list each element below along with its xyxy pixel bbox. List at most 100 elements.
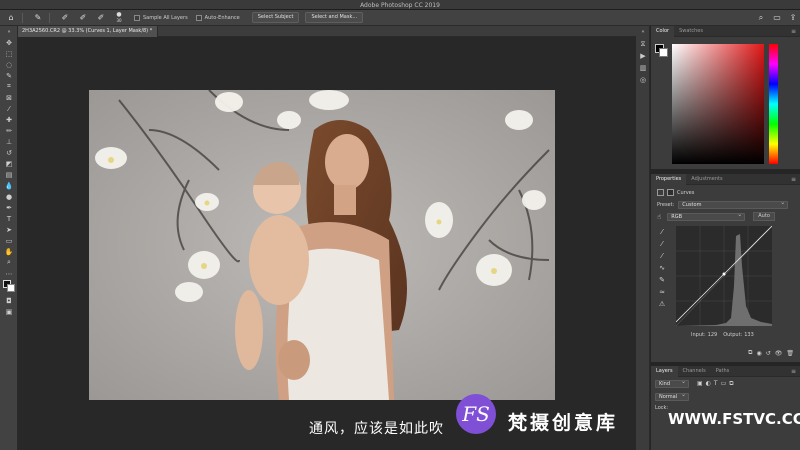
brush-size-picker[interactable]: ● 30 bbox=[112, 12, 126, 24]
target-adjustment-icon[interactable]: ☝ bbox=[657, 213, 661, 221]
tab-color[interactable]: Color bbox=[651, 25, 675, 37]
new-selection-icon[interactable]: ✐ bbox=[58, 12, 72, 24]
document-tab[interactable]: 2H3A2560.CR2 @ 33.3% (Curves 1, Layer Ma… bbox=[18, 26, 158, 37]
tab-adjustments[interactable]: Adjustments bbox=[686, 174, 727, 185]
pen-tool-icon[interactable]: ✒ bbox=[0, 202, 18, 213]
add-selection-icon[interactable]: ✐ bbox=[76, 12, 90, 24]
eyedropper-tool-icon[interactable]: ⁄ bbox=[0, 103, 18, 114]
libraries-icon[interactable]: ▥ bbox=[636, 62, 650, 74]
checkbox-box bbox=[195, 14, 202, 21]
quick-selection-tool-icon[interactable]: ✎ bbox=[0, 70, 18, 81]
dodge-tool-icon[interactable]: ● bbox=[0, 191, 18, 202]
input-value[interactable]: 129 bbox=[708, 332, 718, 338]
properties-panel: Properties Adjustments ≡ Curves Preset: … bbox=[651, 173, 800, 362]
marquee-tool-icon[interactable]: ⬚ bbox=[0, 48, 18, 59]
sample-all-layers-checkbox[interactable]: Sample All Layers bbox=[134, 14, 188, 21]
quick-mask-icon[interactable]: ◘ bbox=[0, 295, 18, 306]
curve-edit-icon[interactable]: ∿ bbox=[655, 262, 669, 274]
healing-brush-icon[interactable]: ✚ bbox=[0, 114, 18, 125]
gradient-tool-icon[interactable]: ▤ bbox=[0, 169, 18, 180]
filter-icons: ▣◐T▭⧉ bbox=[697, 380, 737, 387]
panel-menu-icon[interactable]: ≡ bbox=[791, 28, 796, 35]
delete-icon[interactable]: 🗑 bbox=[786, 350, 794, 357]
curves-adjustment-icon bbox=[657, 189, 664, 196]
fg-bg-swatches[interactable] bbox=[655, 44, 669, 58]
more-tools-icon[interactable]: ⋯ bbox=[0, 268, 18, 279]
clone-stamp-icon[interactable]: ⊥ bbox=[0, 136, 18, 147]
share-icon[interactable]: ⇪ bbox=[786, 12, 800, 24]
app-title: Adobe Photoshop CC 2019 bbox=[360, 2, 440, 9]
tab-layers[interactable]: Layers bbox=[651, 365, 678, 377]
eraser-tool-icon[interactable]: ◩ bbox=[0, 158, 18, 169]
smooth-curve-icon[interactable]: ≈ bbox=[655, 286, 669, 298]
layer-filter-dropdown[interactable]: Kind bbox=[655, 379, 689, 388]
panel-menu-icon[interactable]: ≡ bbox=[791, 368, 796, 375]
zoom-tool-icon[interactable]: ⌕ bbox=[0, 257, 18, 268]
input-label: Input: bbox=[691, 332, 706, 338]
select-subject-button[interactable]: Select Subject bbox=[251, 12, 300, 23]
workspace-icon[interactable]: ▭ bbox=[770, 12, 784, 24]
auto-enhance-checkbox[interactable]: Auto-Enhance bbox=[195, 14, 240, 21]
layer-filter-row: Kind ▣◐T▭⧉ bbox=[651, 377, 800, 391]
panel-dock: « ⧖ ▶ ▥ ◎ bbox=[636, 26, 650, 450]
preset-dropdown[interactable]: Custom bbox=[678, 200, 789, 209]
select-and-mask-button[interactable]: Select and Mask... bbox=[305, 12, 364, 23]
actions-icon[interactable]: ▶ bbox=[636, 50, 650, 62]
tab-channels[interactable]: Channels bbox=[678, 366, 711, 377]
black-point-eyedropper-icon[interactable]: ⁄ bbox=[655, 226, 669, 238]
mask-icon[interactable] bbox=[667, 189, 674, 196]
history-icon[interactable]: ⧖ bbox=[636, 38, 650, 50]
auto-button[interactable]: Auto bbox=[753, 212, 775, 221]
tab-paths[interactable]: Paths bbox=[711, 366, 735, 377]
visibility-icon[interactable]: 👁 bbox=[775, 350, 783, 357]
view-previous-icon[interactable]: ◉ bbox=[756, 350, 761, 357]
adjustments-icon[interactable]: ◎ bbox=[636, 74, 650, 86]
shape-tool-icon[interactable]: ▭ bbox=[0, 235, 18, 246]
search-icon[interactable]: ⌕ bbox=[754, 12, 768, 24]
pencil-curve-icon[interactable]: ✎ bbox=[655, 274, 669, 286]
layers-panel-tabs: Layers Channels Paths ≡ bbox=[651, 365, 800, 377]
color-panel: Color Swatches ≡ bbox=[651, 25, 800, 169]
preset-row: Preset: Custom bbox=[651, 200, 800, 210]
white-point-eyedropper-icon[interactable]: ⁄ bbox=[655, 250, 669, 262]
auto-enhance-label: Auto-Enhance bbox=[204, 14, 240, 21]
color-picker-field[interactable] bbox=[672, 44, 764, 164]
channel-dropdown[interactable]: RGB bbox=[667, 212, 746, 221]
blur-tool-icon[interactable]: 💧 bbox=[0, 180, 18, 191]
output-label: Output: bbox=[723, 332, 743, 338]
curves-tools: ⁄ ⁄ ⁄ ∿ ✎ ≈ ⚠ bbox=[655, 226, 669, 310]
home-icon[interactable]: ⌂ bbox=[4, 12, 18, 24]
panel-menu-icon[interactable]: ≡ bbox=[791, 176, 796, 183]
curve-point[interactable] bbox=[722, 272, 726, 276]
color-swatches-icon[interactable] bbox=[0, 279, 18, 295]
move-tool-icon[interactable]: ✥ bbox=[0, 37, 18, 48]
history-brush-icon[interactable]: ↺ bbox=[0, 147, 18, 158]
screen-mode-icon[interactable]: ▣ bbox=[0, 306, 18, 317]
path-selection-icon[interactable]: ➤ bbox=[0, 224, 18, 235]
preset-label: Preset: bbox=[657, 202, 675, 208]
type-tool-icon[interactable]: T bbox=[0, 213, 18, 224]
adjustment-name: Curves bbox=[677, 189, 695, 196]
tab-properties[interactable]: Properties bbox=[651, 173, 687, 185]
tab-swatches[interactable]: Swatches bbox=[674, 26, 708, 37]
hue-slider[interactable] bbox=[769, 44, 778, 164]
document-canvas-image[interactable] bbox=[89, 90, 555, 400]
separator bbox=[22, 12, 23, 23]
color-panel-tabs: Color Swatches ≡ bbox=[651, 25, 800, 37]
subtract-selection-icon[interactable]: ✐ bbox=[94, 12, 108, 24]
collapse-icon[interactable]: « bbox=[636, 26, 650, 38]
curves-graph[interactable] bbox=[676, 226, 772, 326]
watermark-url: WWW.FSTVC.CC bbox=[668, 410, 800, 428]
quick-select-tool-icon[interactable]: ✎ bbox=[31, 12, 45, 24]
crop-tool-icon[interactable]: ⌗ bbox=[0, 81, 18, 92]
clip-to-layer-icon[interactable]: ⧉ bbox=[748, 349, 752, 357]
lasso-tool-icon[interactable]: ◌ bbox=[0, 59, 18, 70]
gray-point-eyedropper-icon[interactable]: ⁄ bbox=[655, 238, 669, 250]
reset-icon[interactable]: ↺ bbox=[766, 350, 771, 357]
hand-tool-icon[interactable]: ✋ bbox=[0, 246, 18, 257]
brush-tool-icon[interactable]: ✏ bbox=[0, 125, 18, 136]
frame-tool-icon[interactable]: ⊠ bbox=[0, 92, 18, 103]
output-value[interactable]: 133 bbox=[744, 332, 754, 338]
channel-row: ☝ RGB Auto bbox=[651, 210, 800, 223]
collapse-icon[interactable]: » bbox=[0, 26, 18, 37]
